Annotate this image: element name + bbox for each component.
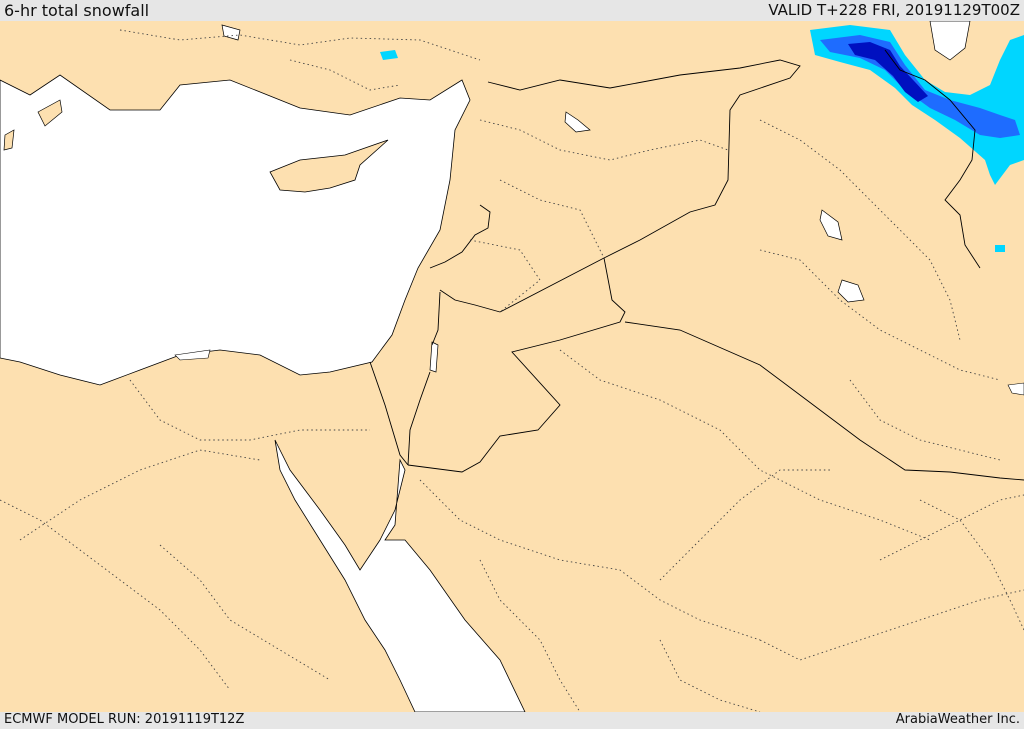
model-run-label: ECMWF MODEL RUN: 20191119T12Z [4,712,245,727]
weather-map [0,21,1024,712]
map-title: 6-hr total snowfall [4,1,150,20]
header-bar: 6-hr total snowfall VALID T+228 FRI, 201… [0,0,1024,21]
valid-time: VALID T+228 FRI, 20191129T00Z [768,1,1020,19]
credit-label: ArabiaWeather Inc. [895,712,1020,727]
footer-bar: ECMWF MODEL RUN: 20191119T12Z ArabiaWeat… [0,712,1024,729]
snow-area-light [995,245,1005,252]
